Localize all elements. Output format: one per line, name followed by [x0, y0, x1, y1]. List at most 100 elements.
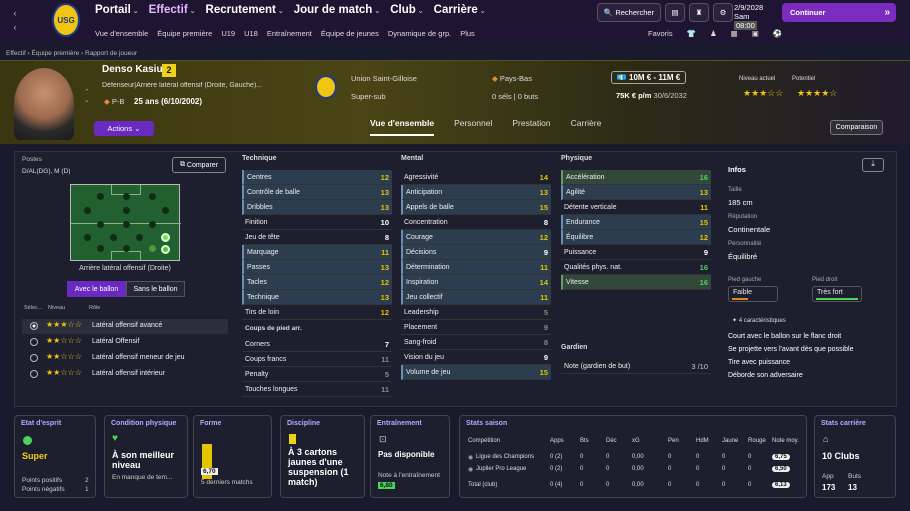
- attribute-row[interactable]: Placement 9: [401, 320, 551, 335]
- radio-icon[interactable]: [30, 354, 38, 362]
- attribute-row[interactable]: Détente verticale 11: [561, 200, 711, 215]
- attribute-row[interactable]: Anticipation 13: [401, 185, 551, 200]
- shirt-icon[interactable]: ♜: [689, 3, 709, 22]
- attribute-row[interactable]: Finition 10: [242, 215, 392, 230]
- card-entrainement[interactable]: Entraînement ⊡ Pas disponible Note à l'e…: [370, 415, 450, 498]
- attribute-value: 13: [380, 263, 389, 272]
- attribute-row[interactable]: Courage 12: [401, 230, 551, 245]
- table-row[interactable]: Jupiler Pro League 0 (2) 0 0 0,00 0 0 0 0 6,50 ◉: [460, 466, 800, 476]
- submenu-plus[interactable]: Plus: [460, 29, 475, 38]
- attribute-row[interactable]: Sang-froid 8: [401, 335, 551, 350]
- attribute-row[interactable]: Agilité 13: [561, 185, 711, 200]
- submenu-u19[interactable]: U19: [221, 29, 235, 38]
- tab-vue-ensemble[interactable]: Vue d'ensemble: [370, 118, 435, 136]
- comparer-button[interactable]: ⧉ Comparer: [172, 157, 226, 173]
- attribute-row[interactable]: Qualités phys. nat. 16: [561, 260, 711, 275]
- submenu-entrainement[interactable]: Entraînement: [267, 29, 312, 38]
- attribute-row[interactable]: Contrôle de balle 13: [242, 185, 392, 200]
- attribute-row[interactable]: Tacles 12: [242, 275, 392, 290]
- card-condition[interactable]: Condition physique ♥ À son meilleur nive…: [104, 415, 188, 498]
- attribute-row[interactable]: Passes 13: [242, 260, 392, 275]
- nav-arrows-icon[interactable]: ⌃ ⌄: [84, 88, 90, 104]
- attribute-row[interactable]: Équilibre 12: [561, 230, 711, 245]
- card-etat-esprit[interactable]: Etat d'esprit Super Points positifs 2 Po…: [14, 415, 96, 498]
- menu-carriere[interactable]: Carrière ⌄: [434, 4, 486, 16]
- attribute-row[interactable]: Tirs de loin 12: [242, 305, 392, 320]
- role-row[interactable]: ★★☆☆☆ Latéral offensif intérieur: [22, 367, 228, 382]
- club-badge-icon[interactable]: [315, 75, 337, 99]
- heart-icon: ♥: [112, 433, 118, 444]
- radio-icon[interactable]: [30, 338, 38, 346]
- attribute-row[interactable]: Détermination 11: [401, 260, 551, 275]
- role-row[interactable]: ★★☆☆☆ Latéral Offensif: [22, 335, 228, 350]
- attribute-row[interactable]: Touches longues 11: [242, 382, 392, 397]
- attribute-row[interactable]: Jeu collectif 11: [401, 290, 551, 305]
- submenu-dynamique[interactable]: Dynamique de grp.: [388, 29, 451, 38]
- tactics-icon[interactable]: ▦: [731, 29, 738, 38]
- tab-carriere[interactable]: Carrière: [571, 118, 602, 136]
- table-cell: 0: [748, 482, 752, 488]
- role-row[interactable]: ★★★☆☆ Latéral offensif avancé: [22, 319, 228, 334]
- club-name[interactable]: Union Saint-Gilloise: [351, 74, 417, 83]
- shirt-icon[interactable]: 👕: [687, 29, 696, 38]
- tab-prestation[interactable]: Prestation: [512, 118, 550, 136]
- role-row[interactable]: ★★☆☆☆ Latéral offensif meneur de jeu: [22, 351, 228, 366]
- without-ball-button[interactable]: Sans le ballon: [126, 281, 185, 297]
- card-stats-carriere[interactable]: Stats carrière ⌂ 10 Clubs App Buts 173 1…: [814, 415, 896, 498]
- attribute-row[interactable]: Appels de balle 15: [401, 200, 551, 215]
- attribute-row[interactable]: Corners 7: [242, 337, 392, 352]
- attribute-row[interactable]: Accélération 16: [561, 170, 711, 185]
- attribute-row[interactable]: Marquage 11: [242, 245, 392, 260]
- submenu-equipe-premiere[interactable]: Équipe première: [157, 29, 212, 38]
- favoris-button[interactable]: Favoris: [648, 29, 673, 38]
- submenu-u18[interactable]: U18: [244, 29, 258, 38]
- attribute-row[interactable]: Leadership 5: [401, 305, 551, 320]
- attribute-row[interactable]: Puissance 9: [561, 245, 711, 260]
- radio-selected-icon[interactable]: [30, 322, 38, 330]
- attribute-row[interactable]: Endurance 15: [561, 215, 711, 230]
- squad-icon[interactable]: ♟: [710, 29, 717, 38]
- tab-personnel[interactable]: Personnel: [454, 118, 492, 136]
- attribute-row[interactable]: Volume de jeu 15: [401, 365, 551, 380]
- attribute-row[interactable]: Dribbles 13: [242, 200, 392, 215]
- attribute-row[interactable]: Note (gardien de but) 3 /10: [561, 359, 711, 374]
- continue-button[interactable]: Continuer»: [782, 3, 896, 22]
- submenu-vue-ensemble[interactable]: Vue d'ensemble: [95, 29, 148, 38]
- menu-club[interactable]: Club ⌄: [390, 4, 423, 16]
- attribute-value: 15: [539, 203, 548, 212]
- radio-icon[interactable]: [30, 370, 38, 378]
- search-button[interactable]: 🔍 Rechercher: [597, 3, 661, 22]
- inbox-icon[interactable]: ▤: [665, 3, 685, 22]
- actions-button[interactable]: Actions ⌄: [94, 121, 154, 136]
- card-label: En manque de tem...: [112, 474, 173, 481]
- club-logo[interactable]: USG: [52, 3, 80, 37]
- submenu-equipe-jeunes[interactable]: Équipe de jeunes: [321, 29, 379, 38]
- attribute-row[interactable]: Vision du jeu 9: [401, 350, 551, 365]
- menu-recrutement[interactable]: Recrutement ⌄: [206, 4, 284, 16]
- menu-portail[interactable]: Portail ⌄: [95, 4, 139, 16]
- comparaison-button[interactable]: Comparaison: [830, 120, 883, 135]
- ball-icon[interactable]: ⚽: [773, 29, 782, 38]
- with-ball-button[interactable]: Avec le ballon: [67, 281, 126, 297]
- calendar-icon[interactable]: ▣: [752, 29, 759, 38]
- card-discipline[interactable]: Discipline À 3 cartons jaunes d'une susp…: [280, 415, 365, 498]
- gear-icon[interactable]: ⚙: [713, 3, 733, 22]
- download-icon[interactable]: ⤓: [862, 158, 884, 172]
- menu-effectif[interactable]: Effectif ⌄: [149, 4, 196, 16]
- attribute-row[interactable]: Inspiration 14: [401, 275, 551, 290]
- breadcrumb[interactable]: Effectif › Équipe première › Rapport de …: [6, 50, 137, 57]
- back-forward-arrows[interactable]: ‹ ‹: [8, 6, 22, 36]
- attribute-row[interactable]: Concentration 8: [401, 215, 551, 230]
- table-row[interactable]: Total (club) 0 (4) 0 0 0,00 0 0 0 0 6,13: [460, 482, 800, 492]
- attribute-row[interactable]: Technique 13: [242, 290, 392, 305]
- attribute-row[interactable]: Décisions 9: [401, 245, 551, 260]
- attribute-row[interactable]: Coups francs 11: [242, 352, 392, 367]
- attribute-row[interactable]: Vitesse 16: [561, 275, 711, 290]
- attribute-row[interactable]: Jeu de tête 8: [242, 230, 392, 245]
- attribute-row[interactable]: Agressivité 14: [401, 170, 551, 185]
- table-row[interactable]: Ligue des Champions 0 (2) 0 0 0,00 0 0 0 0 6,75 ◉: [460, 454, 800, 464]
- attribute-row[interactable]: Penalty 5: [242, 367, 392, 382]
- attribute-row[interactable]: Centres 12: [242, 170, 392, 185]
- card-forme[interactable]: Forme 6,70 5 derniers matchs: [193, 415, 272, 498]
- menu-jour-de-match[interactable]: Jour de match ⌄: [294, 4, 380, 16]
